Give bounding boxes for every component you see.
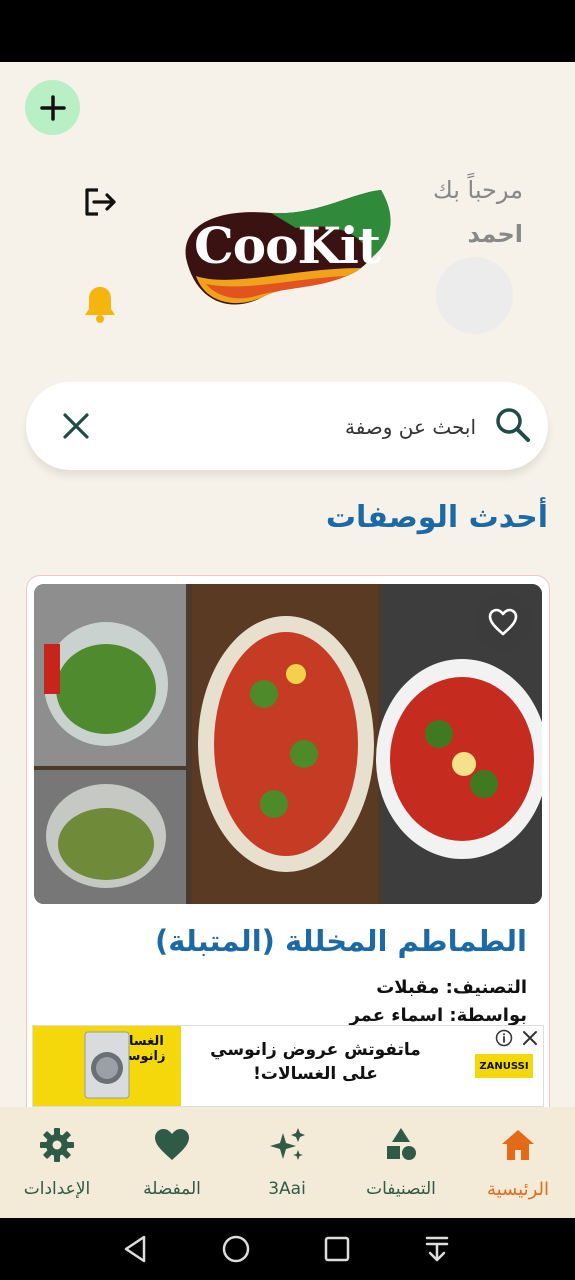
- nav-label-favorites: المفضلة: [143, 1179, 201, 1199]
- nav-item-home[interactable]: الرئيسية: [463, 1125, 573, 1200]
- back-icon[interactable]: [120, 1234, 150, 1264]
- search-icon: [496, 408, 530, 442]
- search-button[interactable]: [494, 406, 532, 444]
- favorite-button[interactable]: [474, 593, 532, 651]
- download-icon[interactable]: [422, 1234, 452, 1264]
- sparkles-icon: [270, 1128, 305, 1160]
- ad-image: الغسالة زانوسي: [33, 1026, 181, 1106]
- system-navigation-bar: [0, 1218, 575, 1280]
- recipe-image: [34, 584, 542, 904]
- avatar[interactable]: [436, 257, 513, 334]
- bottom-navigation: الرئيسية التصنيفات 3Aai المفضلة الإعدادا…: [0, 1107, 575, 1218]
- close-icon: [63, 413, 89, 439]
- nav-label-settings: الإعدادات: [23, 1179, 91, 1199]
- app-screen: CooKit مرحباً بك احمد ابحث عن وصفة أحدث …: [0, 62, 575, 1218]
- cookit-logo: CooKit: [176, 188, 398, 313]
- nav-item-favorites[interactable]: المفضلة: [117, 1125, 227, 1199]
- nav-label-3aai: 3Aai: [268, 1179, 306, 1199]
- heart-outline-icon: [488, 608, 518, 636]
- user-name: احمد: [467, 220, 523, 248]
- home-icon: [502, 1130, 534, 1160]
- heart-icon: [155, 1129, 189, 1160]
- nav-item-3aai[interactable]: 3Aai: [232, 1125, 342, 1199]
- bell-icon: [85, 287, 115, 323]
- ad-brand-logo: ZANUSSI: [475, 1054, 533, 1078]
- ad-banner[interactable]: الغسالة زانوسي ماتفوتش عروض زانوسي على ا…: [32, 1025, 544, 1107]
- search-bar[interactable]: ابحث عن وصفة: [26, 382, 548, 470]
- greeting-text: مرحباً بك: [432, 176, 523, 204]
- recents-icon[interactable]: [322, 1234, 352, 1264]
- nav-item-settings[interactable]: الإعدادات: [2, 1125, 112, 1199]
- logo-text: CooKit: [193, 216, 381, 275]
- recipe-category: التصنيف: مقبلات: [376, 977, 527, 998]
- add-recipe-button[interactable]: [25, 80, 80, 135]
- status-bar: [0, 0, 575, 62]
- info-icon[interactable]: [495, 1029, 513, 1047]
- nav-label-home: الرئيسية: [487, 1179, 549, 1200]
- clear-search-button[interactable]: [60, 410, 92, 442]
- categories-icon: [387, 1128, 416, 1160]
- recipe-title: الطماطم المخللة (المتبلة): [155, 924, 527, 958]
- recipe-meta: التصنيف: مقبلات بواسطة: اسماء عمر: [349, 974, 527, 1030]
- search-input[interactable]: ابحث عن وصفة: [345, 415, 476, 439]
- nav-item-categories[interactable]: التصنيفات: [346, 1125, 456, 1199]
- notifications-button[interactable]: [82, 284, 118, 324]
- logout-icon: [85, 188, 116, 216]
- nav-label-categories: التصنيفات: [366, 1179, 436, 1199]
- logout-button[interactable]: [82, 184, 118, 220]
- plus-icon: [39, 94, 66, 121]
- home-circle-icon[interactable]: [221, 1234, 251, 1264]
- latest-recipes-title: أحدث الوصفات: [325, 500, 548, 535]
- greeting-block: مرحباً بك احمد: [433, 176, 523, 248]
- gear-icon: [40, 1128, 74, 1162]
- ad-text: ماتفوتش عروض زانوسي على الغسالات!: [210, 1040, 421, 1084]
- close-icon[interactable]: [521, 1029, 539, 1047]
